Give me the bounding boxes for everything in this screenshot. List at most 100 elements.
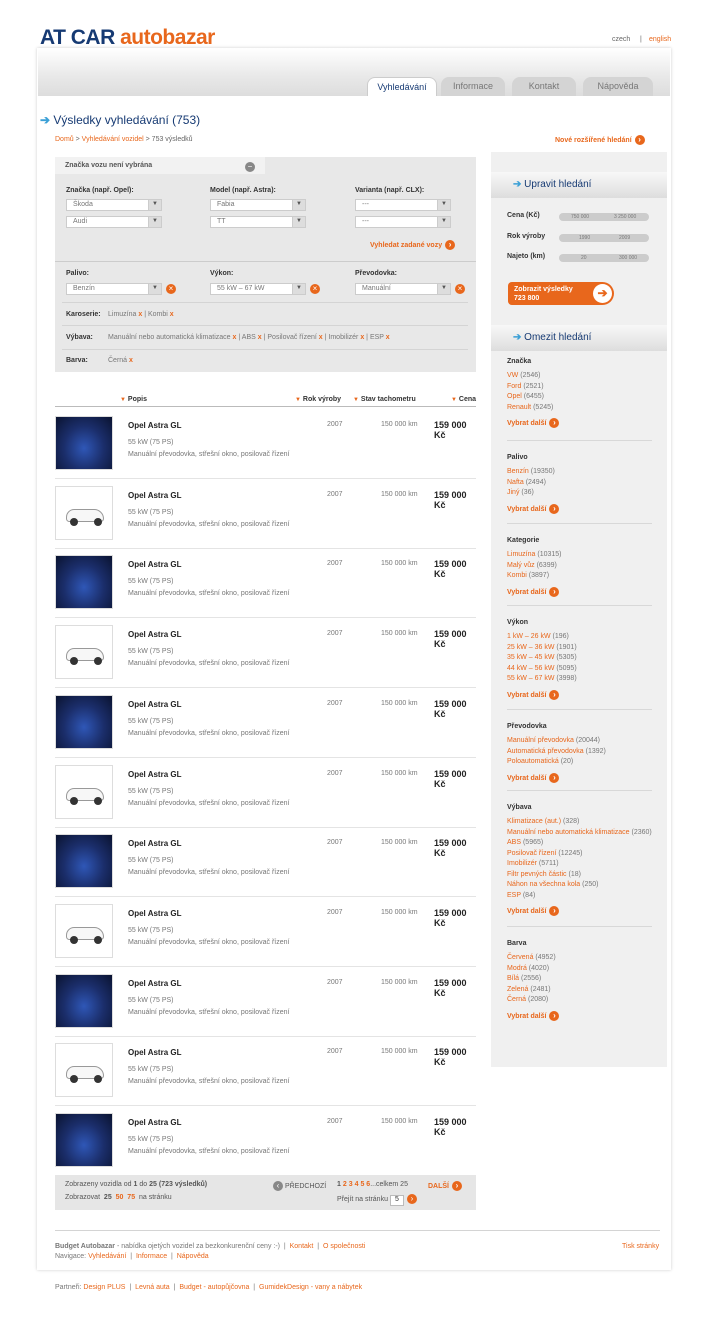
- remove-tag-icon[interactable]: x: [138, 311, 142, 318]
- fuel-select[interactable]: Benzín ▼: [66, 283, 162, 295]
- car-thumbnail[interactable]: [55, 903, 113, 958]
- filter-option[interactable]: Klimatizace (aut.) (328): [507, 817, 652, 828]
- page-number[interactable]: 3: [349, 1181, 353, 1188]
- filter-option-label[interactable]: Modrá: [507, 965, 527, 972]
- gear-select[interactable]: Manuální ▼: [355, 283, 451, 295]
- partner-link[interactable]: Design PLUS: [83, 1284, 125, 1291]
- col-desc[interactable]: ▼ Popis: [120, 396, 147, 403]
- car-name[interactable]: Opel Astra GL: [128, 1118, 182, 1127]
- filter-option[interactable]: 1 kW – 26 kW (196): [507, 632, 652, 643]
- car-thumbnail[interactable]: [55, 1113, 113, 1167]
- select-more-link[interactable]: Vybrat další ›: [507, 689, 652, 700]
- car-thumbnail[interactable]: [55, 555, 113, 610]
- tab-vyhledavani[interactable]: Vyhledávání: [367, 77, 437, 96]
- print-link[interactable]: Tisk stránky: [622, 1243, 659, 1250]
- filter-option-label[interactable]: Limuzína: [507, 551, 535, 558]
- car-name[interactable]: Opel Astra GL: [128, 909, 182, 918]
- page-size-option[interactable]: 25: [104, 1194, 112, 1201]
- filter-option-label[interactable]: 55 kW – 67 kW: [507, 675, 554, 682]
- lang-english[interactable]: english: [649, 36, 671, 43]
- filter-option-label[interactable]: ABS: [507, 839, 521, 846]
- page-size-option[interactable]: 50: [116, 1194, 124, 1201]
- car-name[interactable]: Opel Astra GL: [128, 979, 182, 988]
- car-name[interactable]: Opel Astra GL: [128, 630, 182, 639]
- filter-option-label[interactable]: Jiný: [507, 489, 519, 496]
- filter-option[interactable]: Černá (2080): [507, 995, 652, 1006]
- select-more-link[interactable]: Vybrat další ›: [507, 1010, 652, 1021]
- filter-option-label[interactable]: Opel: [507, 393, 522, 400]
- prev-button[interactable]: ‹ PŘEDCHOZÍ: [273, 1181, 326, 1191]
- remove-tag-icon[interactable]: x: [233, 334, 237, 341]
- filter-option-label[interactable]: Bílá: [507, 975, 519, 982]
- car-thumbnail[interactable]: [55, 416, 113, 470]
- car-thumbnail[interactable]: [55, 973, 113, 1028]
- filter-option-label[interactable]: Automatická převodovka: [507, 748, 584, 755]
- car-thumbnail[interactable]: [55, 485, 113, 540]
- remove-fuel-icon[interactable]: ×: [166, 284, 176, 294]
- filter-option[interactable]: 55 kW – 67 kW (3998): [507, 674, 652, 685]
- filter-option-label[interactable]: Malý vůz: [507, 562, 535, 569]
- car-name[interactable]: Opel Astra GL: [128, 1048, 182, 1057]
- partner-link[interactable]: GumidekDesign - vany a nábytek: [259, 1284, 362, 1291]
- car-name[interactable]: Opel Astra GL: [128, 421, 182, 430]
- show-results-button[interactable]: Zobrazit výsledky 723 800 ➔: [508, 282, 614, 305]
- select-more-link[interactable]: Vybrat další ›: [507, 503, 652, 514]
- tab-napoveda[interactable]: Nápověda: [583, 77, 653, 96]
- filter-option-label[interactable]: Manuální nebo automatická klimatizace: [507, 829, 630, 836]
- filter-option-label[interactable]: Kombi: [507, 572, 527, 579]
- filter-option[interactable]: 25 kW – 36 kW (1901): [507, 643, 652, 654]
- filter-option[interactable]: Modrá (4020): [507, 964, 652, 975]
- lang-czech[interactable]: czech: [612, 36, 630, 43]
- filter-option-label[interactable]: Benzín: [507, 468, 529, 475]
- page-size-option[interactable]: 75: [127, 1194, 135, 1201]
- filter-option[interactable]: Kombi (3897): [507, 571, 652, 582]
- partner-link[interactable]: Levná auta: [135, 1284, 170, 1291]
- page-number[interactable]: 5: [360, 1181, 364, 1188]
- tab-informace[interactable]: Informace: [441, 77, 505, 96]
- filter-option-label[interactable]: Poloautomatická: [507, 758, 559, 765]
- filter-option[interactable]: Filtr pevných částic (18): [507, 870, 652, 881]
- filter-option[interactable]: Náhon na všechna kola (250): [507, 880, 652, 891]
- breadcrumb-home[interactable]: Domů: [55, 136, 74, 143]
- filter-option[interactable]: Limuzína (10315): [507, 550, 652, 561]
- arrow-circle-icon[interactable]: ›: [406, 1194, 417, 1204]
- result-row[interactable]: Opel Astra GL 55 kW (75 PS) Manuální převo…: [55, 618, 476, 689]
- result-row[interactable]: Opel Astra GL 55 kW (75 PS) Manuální převo…: [55, 758, 476, 828]
- car-name[interactable]: Opel Astra GL: [128, 560, 182, 569]
- filter-option[interactable]: ABS (5965): [507, 838, 652, 849]
- filter-option[interactable]: VW (2546): [507, 371, 652, 382]
- result-row[interactable]: Opel Astra GL 55 kW (75 PS) Manuální převo…: [55, 967, 476, 1037]
- filter-option-label[interactable]: ESP: [507, 892, 521, 899]
- filter-option-label[interactable]: Černá: [507, 996, 526, 1003]
- filter-option-label[interactable]: Klimatizace (aut.): [507, 818, 561, 825]
- result-row[interactable]: Opel Astra GL 55 kW (75 PS) Manuální převo…: [55, 1036, 476, 1107]
- filter-option[interactable]: Opel (6455): [507, 392, 652, 403]
- col-km[interactable]: ▼ Stav tachometru: [353, 396, 416, 403]
- footer-about-link[interactable]: O společnosti: [323, 1243, 365, 1250]
- select-more-link[interactable]: Vybrat další ›: [507, 772, 652, 783]
- car-name[interactable]: Opel Astra GL: [128, 491, 182, 500]
- brand-select-2[interactable]: Audi ▼: [66, 216, 162, 228]
- price-slider[interactable]: 750 000 3 250 000: [559, 213, 649, 221]
- filter-option[interactable]: Zelená (2481): [507, 985, 652, 996]
- filter-option[interactable]: Manuální nebo automatická klimatizace (2…: [507, 828, 652, 839]
- filter-option[interactable]: Imobilizér (5711): [507, 859, 652, 870]
- filter-option[interactable]: Jiný (36): [507, 488, 652, 499]
- select-more-link[interactable]: Vybrat další ›: [507, 418, 652, 428]
- page-number[interactable]: 1: [337, 1181, 341, 1188]
- filter-option-label[interactable]: Nafta: [507, 479, 524, 486]
- filter-option-label[interactable]: Renault: [507, 404, 531, 411]
- remove-tag-icon[interactable]: x: [319, 334, 323, 341]
- remove-tag-icon[interactable]: x: [386, 334, 390, 341]
- footer-nav-link[interactable]: Informace: [136, 1253, 167, 1260]
- filter-option[interactable]: ESP (84): [507, 891, 652, 902]
- result-row[interactable]: Opel Astra GL 55 kW (75 PS) Manuální převo…: [55, 688, 476, 758]
- logo[interactable]: AT CAR autobazar: [40, 26, 215, 50]
- remove-tag-icon[interactable]: x: [129, 357, 133, 364]
- new-search-link[interactable]: Nové rozšířené hledání ›: [555, 135, 645, 145]
- remove-tag-icon[interactable]: x: [258, 334, 262, 341]
- car-name[interactable]: Opel Astra GL: [128, 770, 182, 779]
- car-thumbnail[interactable]: [55, 764, 113, 819]
- col-price[interactable]: ▼ Cena: [451, 396, 476, 403]
- footer-nav-link[interactable]: Vyhledávání: [88, 1253, 126, 1260]
